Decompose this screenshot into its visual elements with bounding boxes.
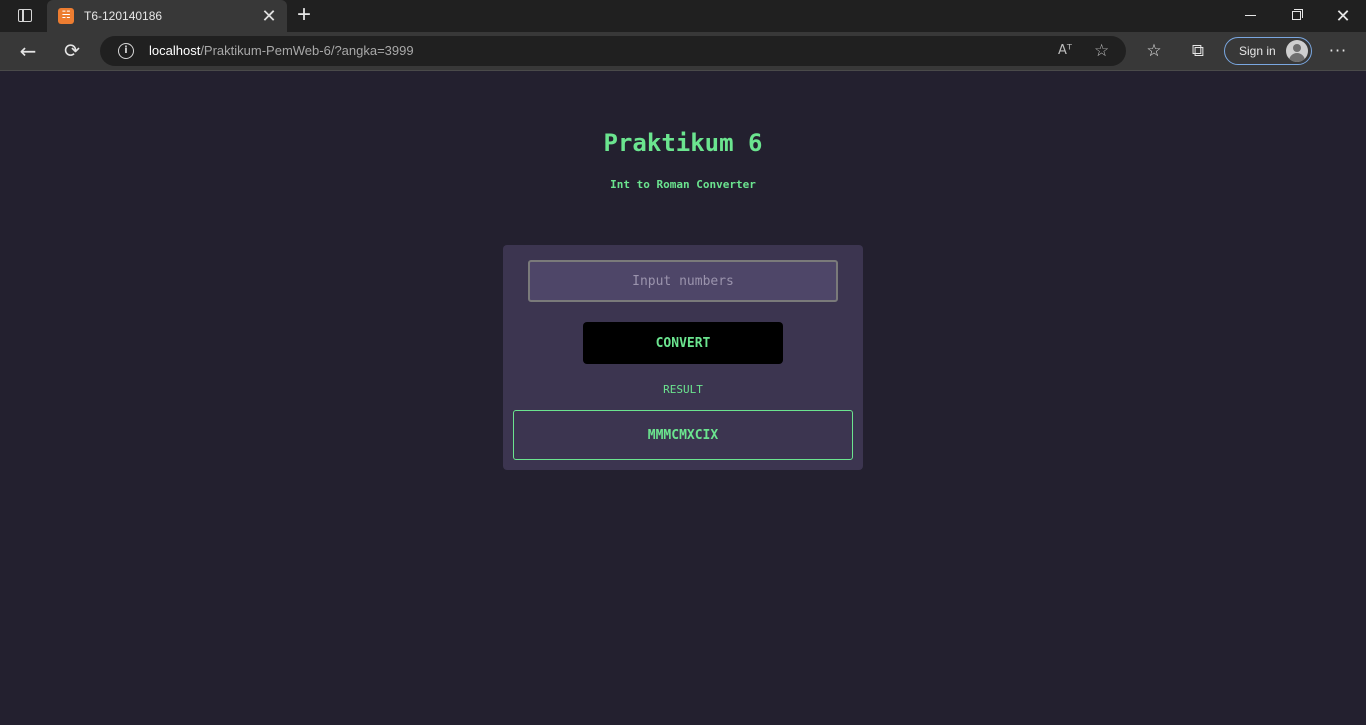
url-host: localhost <box>149 43 201 58</box>
site-info-icon[interactable]: i <box>118 43 134 59</box>
tab-actions-icon <box>18 9 32 22</box>
page-title: Praktikum 6 <box>603 129 763 157</box>
url-path: /Praktikum-PemWeb-6/?angka=3999 <box>200 43 414 58</box>
new-tab-icon[interactable]: + <box>292 3 316 28</box>
favorites-icon[interactable]: ☆ <box>1142 39 1166 63</box>
tab-close-icon[interactable]: ✕ <box>261 7 277 25</box>
restore-icon <box>1292 11 1301 20</box>
more-options-icon[interactable]: ··· <box>1326 39 1350 63</box>
minimize-button[interactable] <box>1228 0 1274 32</box>
read-aloud-icon[interactable]: Aᵀ <box>1058 42 1072 60</box>
result-value: MMMCMXCIX <box>647 428 719 443</box>
sign-in-button[interactable]: Sign in <box>1224 37 1312 65</box>
browser-tab[interactable]: ☵ T6-120140186 ✕ <box>47 0 287 32</box>
toolbar-divider <box>0 70 1366 71</box>
browser-tab-bar: ☵ T6-120140186 ✕ + ✕ <box>0 0 1366 32</box>
restore-button[interactable] <box>1274 0 1320 32</box>
back-arrow-icon[interactable]: ← <box>16 39 40 63</box>
window-close-button[interactable]: ✕ <box>1320 0 1366 32</box>
url-text[interactable]: localhost/Praktikum-PemWeb-6/?angka=3999 <box>149 43 414 59</box>
minimize-icon <box>1245 15 1256 16</box>
avatar-body <box>1289 53 1305 62</box>
converter-card: CONVERT RESULT MMMCMXCIX <box>503 245 863 470</box>
address-bar[interactable]: i localhost/Praktikum-PemWeb-6/?angka=39… <box>100 36 1126 66</box>
result-box: MMMCMXCIX <box>513 410 853 460</box>
convert-button[interactable]: CONVERT <box>583 322 783 364</box>
collections-icon[interactable]: ⧉ <box>1186 39 1210 63</box>
tab-title: T6-120140186 <box>84 9 163 23</box>
result-label: RESULT <box>663 383 703 396</box>
reload-icon[interactable]: ⟳ <box>60 39 84 63</box>
browser-toolbar: ← ⟳ i localhost/Praktikum-PemWeb-6/?angk… <box>0 32 1366 70</box>
avatar-head <box>1293 44 1301 52</box>
sign-in-label: Sign in <box>1239 44 1276 58</box>
xampp-favicon-icon: ☵ <box>58 8 74 24</box>
tab-actions-button[interactable] <box>12 6 36 26</box>
avatar-icon <box>1286 40 1308 62</box>
add-favorite-icon[interactable]: ☆ <box>1094 41 1109 61</box>
page-subtitle: Int to Roman Converter <box>610 178 756 191</box>
number-input[interactable] <box>528 260 838 302</box>
